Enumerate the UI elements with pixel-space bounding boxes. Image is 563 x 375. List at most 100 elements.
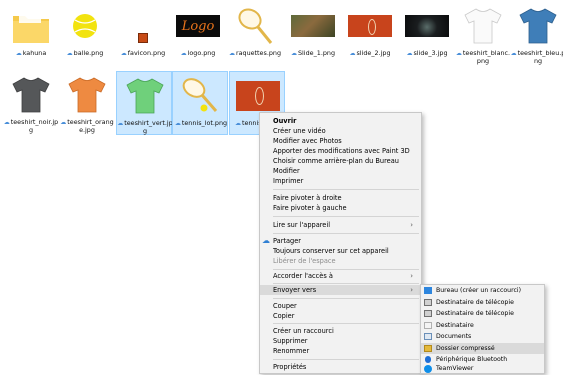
menu-separator — [273, 233, 419, 234]
menu-item-cut[interactable]: Couper — [260, 301, 421, 311]
submenu-item-teamviewer[interactable]: TeamViewer — [421, 363, 544, 375]
teamviewer-icon — [424, 365, 432, 373]
cloud-icon: ☁ — [3, 119, 10, 126]
menu-item-copy[interactable]: Copier — [260, 311, 421, 321]
documents-icon — [424, 333, 432, 340]
cloud-icon: ☁ — [180, 50, 187, 57]
menu-separator — [273, 323, 419, 324]
menu-item-create-shortcut[interactable]: Créer un raccourci — [260, 326, 421, 336]
menu-item-delete[interactable]: Supprimer — [260, 336, 421, 346]
file-name: raquettes.png — [235, 49, 282, 57]
menu-separator — [273, 189, 419, 190]
file-item-teeshirt-vert[interactable]: ☁teeshirt_vert.jpg — [116, 71, 173, 135]
menu-item-always-keep[interactable]: Toujours conserver sur cet appareil — [260, 246, 421, 256]
menu-separator — [273, 216, 419, 217]
menu-item-print[interactable]: Imprimer — [260, 176, 421, 186]
menu-item-edit-photos[interactable]: Modifier avec Photos — [260, 136, 421, 146]
file-name: teeshirt_vert.jpg — [124, 119, 173, 135]
submenu-item-fax-1[interactable]: Destinataire de télécopie — [421, 297, 544, 309]
file-item-logo[interactable]: Logo ☁logo.png — [170, 2, 226, 66]
menu-item-properties[interactable]: Propriétés — [260, 362, 421, 372]
cloud-icon: ☁ — [234, 120, 241, 127]
bluetooth-icon — [425, 356, 431, 363]
file-item-kahuna[interactable]: ☁kahuna — [3, 2, 59, 66]
file-item-teeshirt-orange[interactable]: ☁teeshirt_orange.jpg — [59, 71, 115, 135]
menu-item-create-video[interactable]: Créer une vidéo — [260, 126, 421, 136]
fax-icon — [424, 310, 432, 317]
tshirt-white-thumbnail — [461, 4, 505, 48]
menu-item-play-on-device[interactable]: Lire sur l'appareil › — [260, 220, 421, 230]
submenu-item-label: Documents — [436, 333, 472, 340]
cloud-icon: ☁ — [60, 119, 67, 126]
menu-separator — [273, 298, 419, 299]
file-item-teeshirt-bleu[interactable]: ☁teeshirt_bleu.png — [510, 2, 563, 66]
file-item-teeshirt-noir[interactable]: ☁teeshirt_noir.jpg — [3, 71, 59, 135]
menu-item-rotate-right[interactable]: Faire pivoter à droite — [260, 193, 421, 203]
onedrive-cloud-icon: ☁ — [262, 236, 270, 245]
file-item-slide3[interactable]: ☁slide_3.jpg — [399, 2, 455, 66]
submenu-item-label: Destinataire de télécopie — [436, 310, 514, 317]
file-item-favicon[interactable]: ☁favicon.png — [115, 2, 171, 66]
file-item-tennis-lot[interactable]: ☁tennis_lot.png — [172, 71, 228, 135]
file-item-slide2[interactable]: ☁slide_2.jpg — [342, 2, 398, 66]
favicon-thumbnail — [121, 4, 165, 48]
menu-item-send-to[interactable]: Envoyer vers › — [260, 285, 421, 295]
submenu-item-label: Bureau (créer un raccourci) — [436, 287, 522, 294]
slide-thumbnail — [348, 4, 392, 48]
file-name: Slide_1.png — [297, 49, 336, 57]
racket-ball-thumbnail — [179, 74, 223, 118]
context-menu: Ouvrir Créer une vidéo Modifier avec Pho… — [259, 112, 422, 374]
menu-item-rename[interactable]: Renommer — [260, 346, 421, 356]
file-name: teeshirt_noir.jpg — [10, 118, 59, 134]
logo-thumbnail: Logo — [176, 4, 220, 48]
submenu-item-compressed-folder[interactable]: Dossier compressé — [421, 342, 544, 354]
menu-item-rotate-left[interactable]: Faire pivoter à gauche — [260, 203, 421, 213]
menu-item-open[interactable]: Ouvrir — [260, 116, 421, 126]
menu-item-label: Lire sur l'appareil — [273, 221, 331, 229]
submenu-item-label: Périphérique Bluetooth — [436, 356, 508, 363]
file-name: logo.png — [187, 49, 216, 57]
folder-icon — [9, 4, 53, 48]
menu-separator — [273, 283, 419, 284]
chevron-right-icon: › — [410, 221, 413, 229]
racket-thumbnail — [233, 4, 277, 48]
submenu-item-desktop[interactable]: Bureau (créer un raccourci) — [421, 285, 544, 297]
cloud-icon: ☁ — [406, 50, 413, 57]
menu-item-edit[interactable]: Modifier — [260, 166, 421, 176]
file-name: teeshirt_orange.jpg — [67, 118, 114, 134]
slide-thumbnail — [405, 4, 449, 48]
menu-separator — [273, 269, 419, 270]
submenu-item-mail-recipient[interactable]: Destinataire — [421, 320, 544, 332]
tshirt-blue-thumbnail — [516, 4, 560, 48]
submenu-item-label: Dossier compressé — [436, 344, 495, 352]
cloud-icon: ☁ — [290, 50, 297, 57]
tshirt-black-thumbnail — [9, 73, 53, 117]
menu-item-give-access[interactable]: Accorder l'accès à › — [260, 271, 421, 281]
file-item-balle[interactable]: ☁balle.png — [57, 2, 113, 66]
menu-item-share[interactable]: ☁ Partager — [260, 236, 421, 246]
file-name: teeshirt_blanc.png — [462, 49, 511, 65]
submenu-item-documents[interactable]: Documents — [421, 331, 544, 343]
file-item-slide1[interactable]: ☁Slide_1.png — [285, 2, 341, 66]
cloud-icon: ☁ — [228, 50, 235, 57]
cloud-icon: ☁ — [120, 50, 127, 57]
menu-item-set-desktop-background[interactable]: Choisir comme arrière-plan du Bureau — [260, 156, 421, 166]
file-item-raquettes[interactable]: ☁raquettes.png — [227, 2, 283, 66]
file-name: slide_3.jpg — [413, 49, 448, 57]
file-item-teeshirt-blanc[interactable]: ☁teeshirt_blanc.png — [455, 2, 511, 66]
menu-item-edit-paint3d[interactable]: Apporter des modifications avec Paint 3D — [260, 146, 421, 156]
slide-thumbnail — [291, 4, 335, 48]
fax-icon — [424, 298, 432, 306]
submenu-item-fax-2[interactable]: Destinataire de télécopie — [421, 308, 544, 320]
zip-folder-icon — [424, 344, 432, 352]
cloud-icon: ☁ — [117, 120, 124, 127]
send-to-submenu: Bureau (créer un raccourci) Destinataire… — [420, 284, 545, 374]
menu-item-label: Accorder l'accès à — [273, 272, 333, 280]
menu-item-label: Partager — [273, 237, 302, 245]
file-name: kahuna — [22, 49, 47, 57]
tennis-ball-thumbnail — [63, 4, 107, 48]
menu-item-label: Envoyer vers — [273, 286, 317, 294]
chevron-right-icon: › — [410, 286, 413, 294]
submenu-item-label: Destinataire de télécopie — [436, 298, 514, 306]
file-name: tennis_lot.png — [181, 119, 228, 127]
